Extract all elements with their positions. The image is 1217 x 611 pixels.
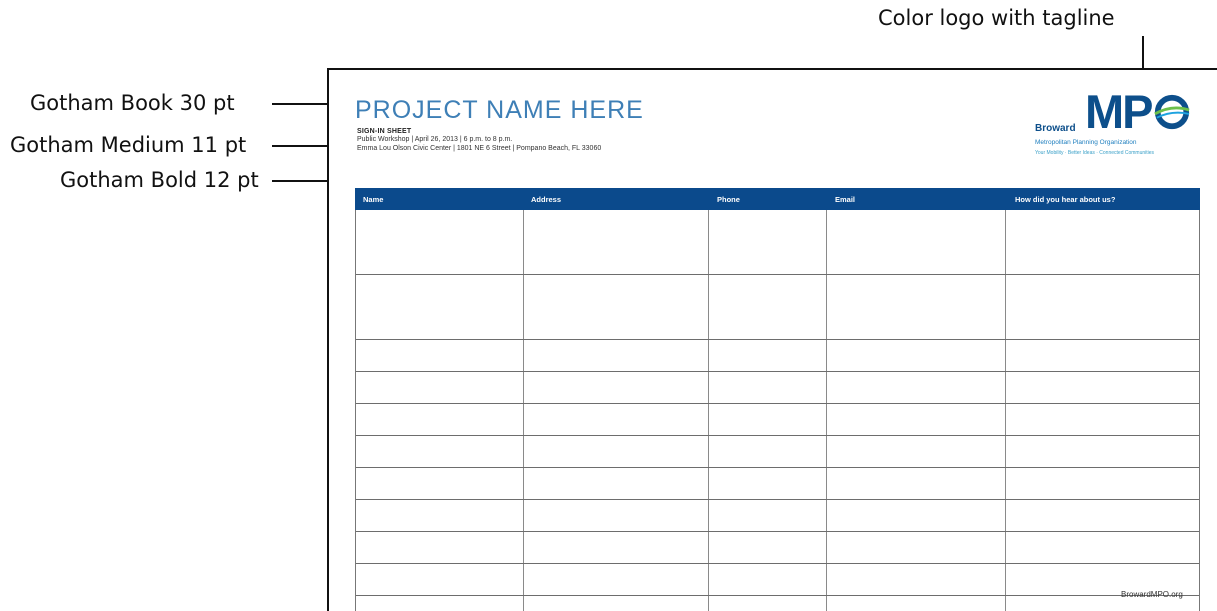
callout-header-font-label: Gotham Bold 12 pt [60, 168, 259, 192]
table-row [356, 564, 1199, 596]
table-cell[interactable] [709, 564, 827, 595]
column-header-phone: Phone [717, 195, 740, 204]
sign-in-sheet: PROJECT NAME HERE SIGN-IN SHEET Public W… [327, 68, 1217, 611]
table-cell[interactable] [524, 564, 710, 595]
table-cell[interactable] [356, 210, 524, 274]
table-cell[interactable] [709, 532, 827, 563]
logo-o-globe-icon [1154, 94, 1190, 130]
logo-broward-text: Broward [1035, 123, 1076, 134]
table-row [356, 532, 1199, 564]
location-details: Emma Lou Olson Civic Center | 1801 NE 6 … [357, 145, 602, 152]
table-row [356, 275, 1199, 340]
column-header-address: Address [531, 195, 562, 204]
table-cell[interactable] [524, 210, 710, 274]
table-cell[interactable] [356, 436, 524, 467]
table-cell[interactable] [524, 468, 710, 499]
table-cell[interactable] [524, 404, 710, 435]
table-cell[interactable] [524, 372, 710, 403]
table-cell[interactable] [1006, 436, 1199, 467]
table-cell[interactable] [709, 500, 827, 531]
table-cell[interactable] [524, 500, 710, 531]
table-header-row: Name Address Phone Email How did you hea… [355, 188, 1200, 210]
logo-tagline: Your Mobility · Better Ideas · Connected… [1035, 150, 1155, 156]
broward-mpo-logo: Broward MP Metropolitan Planning Organiz… [1035, 88, 1205, 160]
table-cell[interactable] [827, 468, 1007, 499]
logo-mp-letters: MP [1085, 85, 1153, 138]
table-cell[interactable] [827, 436, 1007, 467]
table-cell[interactable] [709, 372, 827, 403]
table-cell[interactable] [1006, 372, 1199, 403]
table-cell[interactable] [524, 436, 710, 467]
callout-title-font-line [272, 103, 332, 105]
table-cell[interactable] [356, 468, 524, 499]
table-cell[interactable] [709, 596, 827, 611]
table-cell[interactable] [709, 436, 827, 467]
table-cell[interactable] [827, 596, 1007, 611]
callout-title-font-label: Gotham Book 30 pt [30, 91, 235, 115]
table-cell[interactable] [1006, 500, 1199, 531]
table-row [356, 596, 1199, 611]
table-cell[interactable] [1006, 340, 1199, 371]
event-details: Public Workshop | April 26, 2013 | 6 p.m… [357, 136, 513, 143]
column-header-name: Name [363, 195, 384, 204]
table-body [355, 210, 1200, 611]
table-cell[interactable] [356, 275, 524, 339]
column-header-referral: How did you hear about us? [1015, 195, 1116, 204]
table-cell[interactable] [827, 564, 1007, 595]
table-cell[interactable] [1006, 404, 1199, 435]
table-cell[interactable] [709, 210, 827, 274]
table-cell[interactable] [356, 532, 524, 563]
table-cell[interactable] [709, 404, 827, 435]
table-cell[interactable] [827, 275, 1007, 339]
table-row [356, 372, 1199, 404]
table-row [356, 500, 1199, 532]
table-cell[interactable] [709, 340, 827, 371]
table-cell[interactable] [827, 340, 1007, 371]
column-header-email: Email [835, 195, 856, 204]
callout-logo-label: Color logo with tagline [878, 6, 1115, 30]
table-cell[interactable] [827, 210, 1007, 274]
table-row [356, 404, 1199, 436]
table-cell[interactable] [827, 532, 1007, 563]
callout-subtitle-font-label: Gotham Medium 11 pt [10, 133, 247, 157]
sheet-subtitle: SIGN-IN SHEET [357, 128, 412, 135]
table-cell[interactable] [1006, 210, 1199, 274]
table-cell[interactable] [524, 596, 710, 611]
table-row [356, 468, 1199, 500]
table-cell[interactable] [1006, 532, 1199, 563]
table-cell[interactable] [1006, 468, 1199, 499]
table-row [356, 340, 1199, 372]
sign-in-table: Name Address Phone Email How did you hea… [355, 188, 1200, 611]
table-cell[interactable] [827, 500, 1007, 531]
logo-org-name: Metropolitan Planning Organization [1035, 139, 1137, 146]
table-cell[interactable] [827, 372, 1007, 403]
table-cell[interactable] [356, 500, 524, 531]
table-cell[interactable] [1006, 275, 1199, 339]
table-cell[interactable] [709, 275, 827, 339]
table-cell[interactable] [709, 468, 827, 499]
table-row [356, 436, 1199, 468]
footer-website: BrowardMPO.org [1121, 590, 1183, 599]
table-row [356, 210, 1199, 275]
table-cell[interactable] [524, 532, 710, 563]
table-cell[interactable] [356, 404, 524, 435]
table-cell[interactable] [356, 372, 524, 403]
table-cell[interactable] [524, 275, 710, 339]
project-title: PROJECT NAME HERE [355, 96, 644, 124]
table-cell[interactable] [827, 404, 1007, 435]
table-cell[interactable] [356, 596, 524, 611]
table-cell[interactable] [356, 564, 524, 595]
table-cell[interactable] [356, 340, 524, 371]
table-cell[interactable] [524, 340, 710, 371]
